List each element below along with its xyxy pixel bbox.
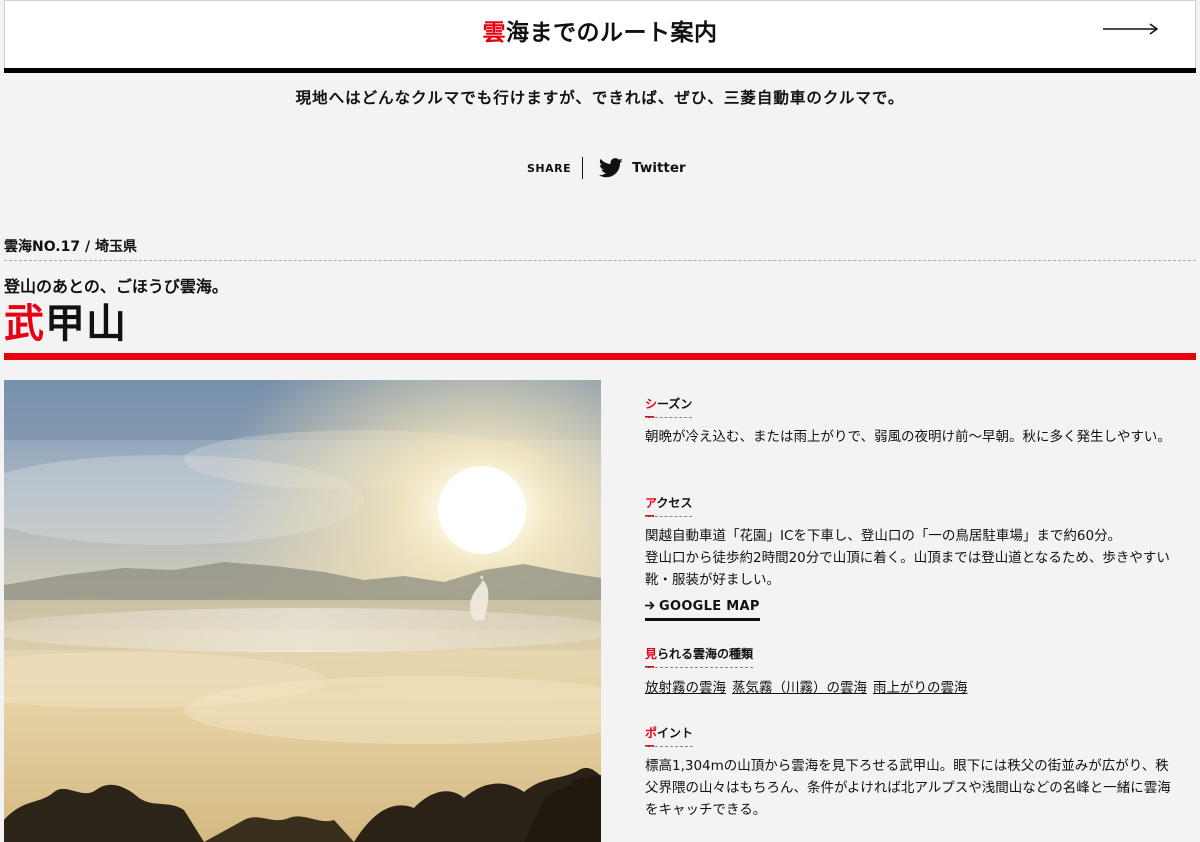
sunrise-clouds-image	[4, 380, 601, 842]
spot-catchcopy: 登山のあとの、ごほうび雲海。	[4, 277, 228, 296]
season-heading-text: ーズン	[657, 397, 693, 411]
point-heading: ポイント	[645, 724, 694, 747]
season-text: 朝晩が冷え込む、または雨上がりで、弱風の夜明け前～早朝。秋に多く発生しやすい。	[645, 429, 1171, 445]
info-point: ポイント 標高1,304mの山頂から雲海を見下ろせる武甲山。眼下には秩父の街並み…	[645, 722, 1180, 821]
spot-title-accent-char: 武	[4, 301, 45, 347]
season-heading-accent: シ	[645, 397, 658, 411]
spot-number: 雲海NO.17 / 埼玉県	[4, 239, 137, 255]
title-red-underline	[4, 353, 1196, 360]
route-title-text: 海までのルート案内	[506, 20, 718, 46]
route-title-accent-char: 雲	[482, 20, 506, 46]
info-cloud-types: 見られる雲海の種類 放射霧の雲海 蒸気霧（川霧）の雲海 雨上がりの雲海	[645, 643, 1180, 696]
access-heading-accent: ア	[645, 496, 657, 510]
access-heading-text: クセス	[656, 496, 693, 510]
access-text: 関越自動車道「花園」ICを下車し、登山口の「一の鳥居駐車場」まで約60分。 登山…	[645, 525, 1180, 591]
twitter-label: Twitter	[632, 160, 686, 176]
arrow-right-small-icon	[645, 601, 655, 610]
season-heading: シーズン	[645, 395, 693, 418]
google-map-link[interactable]: GOOGLE MAP	[645, 599, 760, 621]
cloud-type-tags: 放射霧の雲海 蒸気霧（川霧）の雲海 雨上がりの雲海	[645, 676, 1180, 696]
tag-steam-fog[interactable]: 蒸気霧（川霧）の雲海	[732, 680, 867, 696]
access-heading: アクセス	[645, 494, 693, 517]
types-heading-accent: 見	[645, 647, 658, 661]
point-text: 標高1,304mの山頂から雲海を見下ろせる武甲山。眼下には秩父の街並みが広がり、…	[645, 758, 1171, 818]
types-heading-text: られる雲海の種類	[657, 647, 754, 661]
twitter-share-button[interactable]: Twitter	[599, 158, 686, 178]
route-guide-banner[interactable]: 雲海までのルート案内	[4, 0, 1196, 69]
banner-underline	[4, 68, 1196, 73]
spot-title: 武甲山	[4, 298, 127, 350]
tag-after-rain[interactable]: 雨上がりの雲海	[873, 680, 968, 696]
route-guide-title: 雲海までのルート案内	[5, 13, 1195, 47]
types-heading: 見られる雲海の種類	[645, 645, 754, 668]
info-access: アクセス 関越自動車道「花園」ICを下車し、登山口の「一の鳥居駐車場」まで約60…	[645, 492, 1180, 621]
point-heading-text: イント	[657, 726, 694, 740]
dotted-divider	[4, 260, 1196, 261]
share-divider	[582, 157, 584, 179]
google-map-label: GOOGLE MAP	[659, 599, 760, 614]
access-line-1: 関越自動車道「花園」ICを下車し、登山口の「一の鳥居駐車場」まで約60分。	[645, 528, 1122, 544]
tag-radiation-fog[interactable]: 放射霧の雲海	[645, 680, 726, 696]
sea-of-clouds-photo	[4, 380, 601, 842]
info-season: シーズン 朝晩が冷え込む、または雨上がりで、弱風の夜明け前～早朝。秋に多く発生し…	[645, 393, 1180, 448]
lead-text: 現地へはどんなクルマでも行けますが、できれば、ぜひ、三菱自動車のクルマで。	[295, 89, 905, 107]
share-bar: SHARE Twitter	[527, 155, 686, 181]
point-heading-accent: ポ	[645, 726, 658, 740]
spot-title-text: 甲山	[45, 301, 127, 347]
twitter-bird-icon	[599, 158, 623, 178]
share-label: SHARE	[527, 161, 572, 175]
access-line-2: 登山口から徒歩約2時間20分で山頂に着く。山頂までは登山道となるため、歩きやすい…	[645, 550, 1170, 588]
arrow-right-icon	[1103, 23, 1159, 35]
